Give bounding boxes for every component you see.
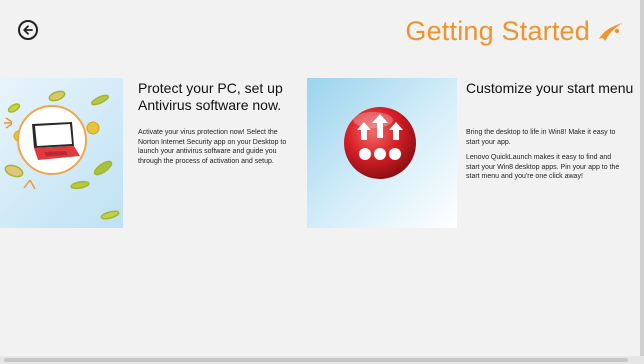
horizontal-scrollbar[interactable] [0, 356, 644, 364]
quicklaunch-tile[interactable] [307, 78, 457, 228]
quicklaunch-arrows-icon [344, 107, 416, 179]
back-arrow-icon [23, 25, 33, 35]
antivirus-heading: Protect your PC, set up Antivirus softwa… [138, 80, 283, 113]
quicklaunch-heading: Customize your start menu [466, 80, 634, 96]
antivirus-description: Activate your virus protection now! Sele… [138, 128, 300, 166]
antivirus-tile[interactable] [0, 78, 123, 228]
page-title: Getting Started [405, 16, 590, 46]
scrollbar-thumb[interactable] [4, 358, 628, 362]
laptop-with-viruses-icon [4, 90, 120, 220]
quicklaunch-paragraph-1: Bring the desktop to life in Win8! Make … [466, 129, 616, 146]
window-edge [640, 0, 644, 364]
lenovo-swoosh-icon [599, 23, 622, 41]
quicklaunch-description: Bring the desktop to life in Win8! Make … [466, 128, 626, 188]
antivirus-paragraph: Activate your virus protection now! Sele… [138, 129, 287, 165]
quicklaunch-paragraph-2: Lenovo QuickLaunch makes it easy to find… [466, 154, 620, 181]
back-button[interactable] [18, 20, 38, 40]
